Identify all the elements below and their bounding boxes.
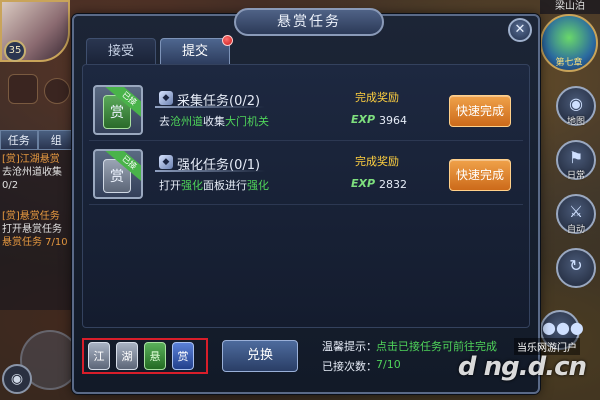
refresh-icon: ↻ — [569, 256, 583, 275]
exp-value: 2832 — [379, 178, 407, 191]
quest-log-line: 打开悬赏任务 — [2, 224, 62, 235]
exp-icon: EXP — [351, 113, 376, 126]
desc-text: 打开 — [159, 179, 181, 192]
swap-button[interactable]: ↻ — [556, 248, 596, 288]
token-hu-icon: 湖 — [116, 342, 138, 370]
quick-complete-button[interactable]: 快速完成 — [449, 159, 511, 191]
skill-shortcut-icon[interactable] — [44, 78, 70, 104]
chapter-label: 第七章 — [555, 58, 583, 68]
bounty-token-set: 江 湖 悬 赏 — [82, 338, 208, 374]
title-underline — [155, 170, 265, 172]
tab-accept[interactable]: 接受 — [86, 38, 156, 64]
exp-icon: EXP — [351, 177, 376, 190]
tip-label: 温馨提示： — [322, 340, 377, 353]
quest-row[interactable]: 赏 已接 ◆ 强化任务(0/1) 打开强化面板进行强化 完成奖励 EXP 283… — [89, 145, 523, 205]
quick-complete-button[interactable]: 快速完成 — [449, 95, 511, 127]
desc-highlight: 大门机关 — [225, 115, 269, 128]
watermark-logo: d ng.d.cn — [457, 352, 587, 382]
title-underline — [155, 106, 265, 108]
bounty-quest-dialog: 悬赏任务 ✕ 接受 提交 赏 已接 ◆ 采集任务(0/2) 去沧州道收集大门机关… — [72, 8, 540, 394]
token-jiang-icon: 江 — [88, 342, 110, 370]
desc-highlight: 强化 — [181, 179, 203, 192]
close-icon[interactable]: ✕ — [508, 18, 532, 42]
quest-log-line: [赏]江湖悬赏 — [2, 154, 60, 165]
desc-text: 收集 — [203, 115, 225, 128]
map-name-label: 梁山泊 — [540, 0, 600, 14]
quest-row[interactable]: 赏 已接 ◆ 采集任务(0/2) 去沧州道收集大门机关 完成奖励 EXP 396… — [89, 81, 523, 141]
auto-button-label: 自动 — [566, 225, 585, 235]
hud-left-tabs: 任务 组 — [0, 130, 75, 150]
reward-label: 完成奖励 — [355, 91, 399, 104]
reward-label: 完成奖励 — [355, 155, 399, 168]
player-level-badge: 35 — [4, 40, 26, 62]
quest-type-icon: ◆ — [159, 155, 173, 169]
desc-text: 去 — [159, 115, 170, 128]
daily-button[interactable]: ⚑ 日常 — [556, 140, 596, 181]
dialog-title: 悬赏任务 — [234, 8, 384, 36]
token-xuan-icon: 悬 — [144, 342, 166, 370]
quest-list: 赏 已接 ◆ 采集任务(0/2) 去沧州道收集大门机关 完成奖励 EXP 396… — [82, 64, 530, 328]
quest-log-line: 0/2 — [2, 180, 19, 191]
eye-icon[interactable]: ◉ — [2, 364, 32, 394]
quest-log-line: [赏]悬赏任务 — [2, 211, 60, 222]
chapter-emblem[interactable]: 第七章 — [540, 14, 598, 72]
map-button[interactable]: ◉ 地图 — [556, 86, 596, 127]
exchange-button[interactable]: 兑换 — [222, 340, 298, 372]
tab-submit[interactable]: 提交 — [160, 35, 233, 64]
daily-button-label: 日常 — [566, 171, 585, 181]
quest-card-icon: 赏 已接 — [93, 149, 143, 199]
desc-highlight: 强化 — [247, 179, 269, 192]
map-button-label: 地图 — [566, 117, 585, 127]
exp-value: 3964 — [379, 114, 407, 127]
notification-dot-icon — [222, 35, 233, 46]
hud-tab-team[interactable]: 组 — [37, 130, 75, 150]
quest-description: 打开强化面板进行强化 — [159, 177, 269, 193]
quest-type-icon: ◆ — [159, 91, 173, 105]
quest-card-icon: 赏 已接 — [93, 85, 143, 135]
hud-tab-task[interactable]: 任务 — [0, 130, 38, 150]
tab-accept-label: 接受 — [107, 44, 134, 59]
desc-text: 面板进行 — [203, 179, 247, 192]
desc-highlight: 沧州道 — [170, 115, 203, 128]
accepted-count-value: 7/10 — [376, 358, 401, 371]
skill-shortcut-icon[interactable] — [8, 74, 38, 104]
tab-submit-label: 提交 — [181, 44, 208, 59]
auto-button[interactable]: ⚔ 自动 — [556, 194, 596, 235]
quest-tracker-log[interactable]: [赏]江湖悬赏 去沧州道收集 0/2 [赏]悬赏任务 打开悬赏任务 悬赏任务 7… — [0, 150, 75, 310]
quest-log-line: 悬赏任务 7/10 — [2, 237, 68, 248]
dialog-tabs: 接受 提交 — [86, 35, 233, 64]
quest-log-line: 去沧州道收集 — [2, 167, 62, 178]
quest-description: 去沧州道收集大门机关 — [159, 113, 269, 129]
accepted-count-label: 已接次数： — [322, 360, 377, 373]
token-shang-icon: 赏 — [172, 342, 194, 370]
